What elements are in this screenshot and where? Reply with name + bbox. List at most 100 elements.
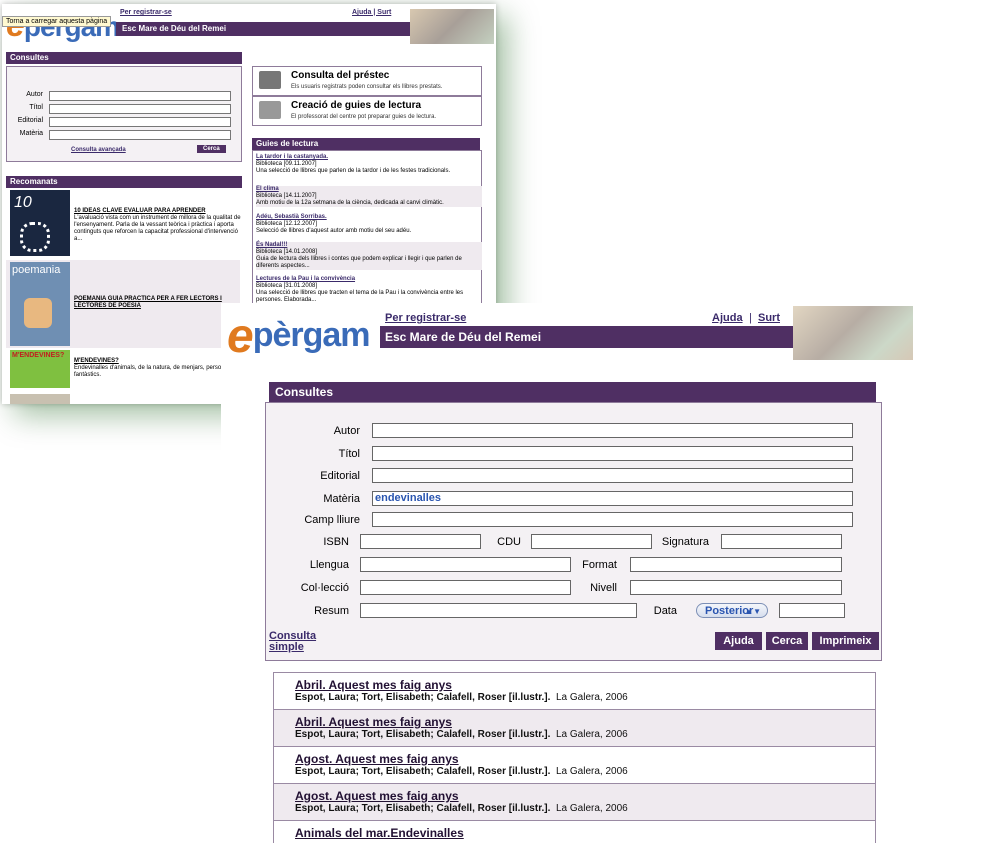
signatura-label: Signatura [661, 536, 709, 548]
format-input[interactable] [630, 557, 842, 572]
register-link[interactable]: Per registrar-se [120, 9, 172, 16]
consultes-header: Consultes [6, 52, 242, 64]
materia-input[interactable] [49, 130, 231, 140]
foreground-screenshot: epèrgam Per registrar-se Ajuda | Surt Es… [221, 303, 989, 843]
help-logout-links[interactable]: Ajuda | Surt [352, 9, 391, 16]
gear-icon [20, 222, 50, 252]
rec-item[interactable]: M'ENDEVINES? Endevinalles d'animals, de l… [74, 358, 240, 379]
logout-link[interactable]: Surt [758, 312, 780, 324]
result-title[interactable]: Agost. Aquest mes faig anys [295, 753, 875, 766]
advanced-search-link[interactable]: Consulta avançada [71, 147, 126, 153]
field-label: Editorial [17, 117, 43, 124]
autor-label: Autor [333, 425, 360, 437]
result-row[interactable]: Animals del mar.Endevinalles [274, 821, 875, 843]
advanced-search-form [265, 402, 882, 661]
print-button[interactable]: Imprimeix [812, 632, 879, 650]
link-separator: | [749, 312, 752, 324]
loan-box[interactable]: Consulta del préstec Els usuaris registr… [252, 66, 482, 96]
field-label: Autor [26, 91, 43, 98]
materia-label: Matèria [323, 493, 360, 505]
result-title[interactable]: Abril. Aquest mes faig anys [295, 679, 875, 692]
consultes-header: Consultes [269, 382, 876, 402]
result-authors: Espot, Laura; Tort, Elisabeth; Calafell,… [295, 803, 551, 814]
figure-illustration [24, 298, 52, 328]
result-title[interactable]: Abril. Aquest mes faig anys [295, 716, 875, 729]
autor-input[interactable] [372, 423, 853, 438]
book-cover: M'ENDEVINES? [10, 350, 70, 388]
result-publisher: La Galera, 2006 [555, 766, 628, 777]
results-list: Abril. Aquest mes faig anys Espot, Laura… [273, 672, 876, 843]
editorial-input[interactable] [49, 117, 231, 127]
data-label: Data [653, 605, 677, 617]
resum-label: Resum [314, 605, 349, 617]
reload-tooltip: Torna a carregar aquesta pàgina [2, 16, 112, 27]
epergam-logo: epèrgam [227, 310, 371, 363]
guide-item[interactable]: El clima Biblioteca [14.11.2007] Amb motiu… [256, 186, 482, 207]
result-publisher: La Galera, 2006 [555, 729, 628, 740]
header-image [793, 306, 913, 360]
result-row[interactable]: Agost. Aquest mes faig anys Espot, Laura… [274, 747, 875, 784]
guides-create-title: Creació de guies de lectura [291, 100, 422, 111]
result-row[interactable]: Agost. Aquest mes faig anys Espot, Laura… [274, 784, 875, 821]
consultes-box: Autor Títol Editorial Matèria Consulta a… [6, 66, 242, 162]
field-label: Matèria [19, 130, 43, 137]
autor-input[interactable] [49, 91, 231, 101]
titol-label: Títol [338, 448, 360, 460]
guides-create-box[interactable]: Creació de guies de lectura El professor… [252, 96, 482, 126]
result-authors: Espot, Laura; Tort, Elisabeth; Calafell,… [295, 766, 551, 777]
format-label: Format [582, 559, 617, 571]
cdu-input[interactable] [531, 534, 652, 549]
result-title[interactable]: Animals del mar.Endevinalles [295, 827, 875, 840]
search-button[interactable]: Cerca [766, 632, 808, 650]
nivell-input[interactable] [630, 580, 842, 595]
editorial-input[interactable] [372, 468, 853, 483]
result-publisher: La Galera, 2006 [555, 803, 628, 814]
guide-item[interactable]: És Nadal!!! Biblioteca [14.01.2008] Guia d… [256, 242, 482, 270]
help-link[interactable]: Ajuda [712, 312, 743, 324]
result-row[interactable]: Abril. Aquest mes faig anys Espot, Laura… [274, 673, 875, 710]
result-authors: Espot, Laura; Tort, Elisabeth; Calafell,… [295, 729, 551, 740]
titol-input[interactable] [372, 446, 853, 461]
simple-search-link[interactable]: Consulta simple [269, 631, 316, 653]
school-bar: Esc Mare de Déu del Remei [116, 22, 416, 36]
result-title[interactable]: Agost. Aquest mes faig anys [295, 790, 875, 803]
register-link[interactable]: Per registrar-se [385, 312, 466, 324]
result-authors: Espot, Laura; Tort, Elisabeth; Calafell,… [295, 692, 551, 703]
loan-title: Consulta del préstec [291, 70, 390, 81]
guide-item[interactable]: Lectures de la Pau i la convivència Bibli… [256, 276, 482, 304]
loan-subtitle: Els usuaris registrats poden consultar e… [291, 84, 443, 90]
camp-lliure-label: Camp lliure [304, 514, 360, 526]
recomanats-header: Recomanats [6, 176, 242, 188]
colleccio-input[interactable] [360, 580, 571, 595]
result-row[interactable]: Abril. Aquest mes faig anys Espot, Laura… [274, 710, 875, 747]
search-button[interactable]: Cerca [197, 145, 226, 153]
resum-input[interactable] [360, 603, 637, 618]
books-icon [259, 71, 281, 89]
cdu-label: CDU [497, 536, 521, 548]
titol-input[interactable] [49, 104, 231, 114]
book-cover: poemania [10, 262, 70, 346]
book-icon [259, 101, 281, 119]
guides-header: Guies de lectura [252, 138, 480, 150]
field-label: Títol [29, 104, 43, 111]
nivell-label: Nivell [590, 582, 617, 594]
guide-item[interactable]: La tardor i la castanyada. Biblioteca [09… [256, 154, 482, 175]
colleccio-label: Col·lecció [300, 582, 349, 594]
llengua-label: Llengua [309, 559, 349, 571]
rec-item[interactable]: 10 IDEAS CLAVE EVALUAR PARA APRENDER L'av… [74, 208, 244, 243]
header-image [410, 9, 494, 44]
school-bar: Esc Mare de Déu del Remei [380, 326, 794, 348]
rec-item[interactable]: POEMANIA GUIA PRACTICA PER A FER LECTORS… [74, 296, 240, 310]
result-publisher: La Galera, 2006 [555, 692, 628, 703]
date-input[interactable] [779, 603, 845, 618]
help-button[interactable]: Ajuda [715, 632, 762, 650]
camp-lliure-input[interactable] [372, 512, 853, 527]
llengua-input[interactable] [360, 557, 571, 572]
guides-create-subtitle: El professorat del centre pot preparar g… [291, 114, 437, 120]
materia-input[interactable]: endevinalles [372, 491, 853, 506]
isbn-input[interactable] [360, 534, 481, 549]
guide-item[interactable]: Adéu, Sebastià Sorribas. Biblioteca [12.1… [256, 214, 482, 235]
date-comparison-select[interactable]: Posterior ▲▼ [696, 603, 768, 618]
select-arrow-icon: ▲▼ [745, 607, 761, 616]
signatura-input[interactable] [721, 534, 842, 549]
